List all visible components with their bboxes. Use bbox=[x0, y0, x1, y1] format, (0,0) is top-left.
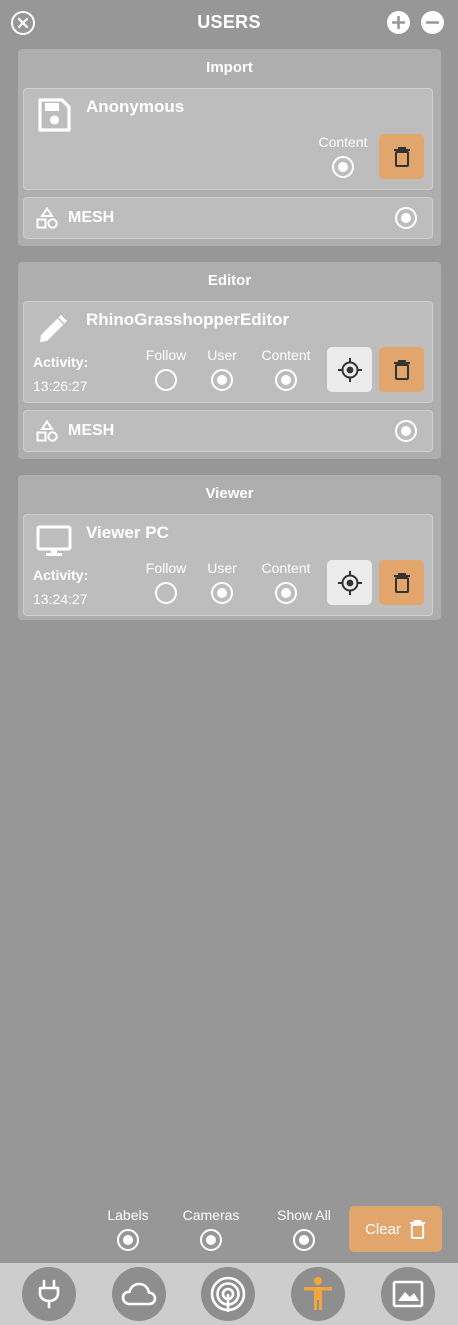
nav-connection-button[interactable] bbox=[22, 1267, 76, 1321]
show-all-radio[interactable] bbox=[293, 1229, 315, 1251]
import-panel: Import Anonymous Content MESH bbox=[18, 49, 441, 246]
activity-label: Activity: bbox=[33, 567, 89, 583]
activity-time: 13:24:27 bbox=[33, 591, 88, 607]
cloud-icon bbox=[121, 1282, 157, 1306]
content-radio[interactable] bbox=[332, 156, 354, 178]
plug-icon bbox=[38, 1279, 60, 1309]
trash-icon bbox=[409, 1219, 425, 1239]
mesh-radio[interactable] bbox=[395, 420, 417, 442]
editor-panel-title: Editor bbox=[207, 272, 252, 289]
image-icon bbox=[392, 1280, 424, 1308]
delete-user-button[interactable] bbox=[379, 560, 424, 605]
cameras-radio[interactable] bbox=[200, 1229, 222, 1251]
add-button[interactable] bbox=[387, 11, 410, 34]
user-label: User bbox=[207, 347, 237, 363]
delete-user-button[interactable] bbox=[379, 134, 424, 179]
trash-icon bbox=[393, 359, 410, 380]
person-icon bbox=[304, 1277, 332, 1310]
broadcast-icon bbox=[210, 1276, 246, 1312]
nav-broadcast-button[interactable] bbox=[201, 1267, 255, 1321]
trash-icon bbox=[393, 146, 410, 167]
content-option: Content bbox=[308, 134, 378, 183]
import-panel-title: Import bbox=[206, 59, 253, 76]
activity-time: 13:26:27 bbox=[33, 378, 88, 394]
viewer-panel: Viewer Viewer PC Activity: 13:24:27 Foll… bbox=[18, 475, 441, 620]
nav-users-button[interactable] bbox=[291, 1267, 345, 1321]
editor-panel: Editor RhinoGrasshopperEditor Activity: … bbox=[18, 262, 441, 459]
content-label: Content bbox=[261, 560, 311, 576]
minus-icon bbox=[426, 21, 439, 24]
floppy-disk-icon bbox=[38, 98, 71, 132]
mesh-label: MESH bbox=[68, 209, 115, 226]
user-radio[interactable] bbox=[211, 369, 233, 391]
cameras-label: Cameras bbox=[182, 1207, 240, 1223]
clear-button[interactable]: Clear bbox=[349, 1206, 442, 1252]
activity-label: Activity: bbox=[33, 354, 89, 370]
user-name: RhinoGrasshopperEditor bbox=[86, 310, 290, 329]
viewer-panel-title: Viewer bbox=[205, 485, 254, 502]
shapes-icon bbox=[36, 207, 58, 229]
labels-option: Labels bbox=[98, 1207, 158, 1256]
user-radio[interactable] bbox=[211, 582, 233, 604]
viewer-user-card: Viewer PC Activity: 13:24:27 Follow User… bbox=[23, 514, 433, 616]
follow-radio[interactable] bbox=[155, 369, 177, 391]
user-name: Anonymous bbox=[86, 97, 185, 116]
user-option: User bbox=[187, 560, 257, 609]
monitor-icon bbox=[36, 525, 72, 556]
cameras-option: Cameras bbox=[176, 1207, 246, 1256]
shapes-icon bbox=[36, 420, 58, 442]
labels-radio[interactable] bbox=[117, 1229, 139, 1251]
content-radio[interactable] bbox=[275, 582, 297, 604]
user-option: User bbox=[187, 347, 257, 396]
show-all-label: Show All bbox=[277, 1207, 331, 1223]
pencil-icon bbox=[40, 315, 67, 342]
content-option: Content bbox=[251, 347, 321, 396]
content-option: Content bbox=[251, 560, 321, 609]
trash-icon bbox=[393, 572, 410, 593]
crosshair-icon bbox=[337, 357, 362, 382]
import-mesh-row[interactable]: MESH bbox=[23, 197, 433, 239]
content-label: Content bbox=[318, 134, 368, 150]
locate-user-button[interactable] bbox=[327, 560, 372, 605]
show-all-option: Show All bbox=[268, 1207, 340, 1256]
clear-label: Clear bbox=[365, 1220, 401, 1238]
header: USERS bbox=[0, 0, 458, 46]
crosshair-icon bbox=[337, 570, 362, 595]
user-label: User bbox=[207, 560, 237, 576]
mesh-label: MESH bbox=[68, 422, 115, 439]
editor-mesh-row[interactable]: MESH bbox=[23, 410, 433, 452]
bottom-nav-bar bbox=[0, 1263, 458, 1325]
editor-user-card: RhinoGrasshopperEditor Activity: 13:26:2… bbox=[23, 301, 433, 403]
import-user-card: Anonymous Content bbox=[23, 88, 433, 190]
plus-icon bbox=[392, 16, 405, 29]
nav-image-button[interactable] bbox=[381, 1267, 435, 1321]
mesh-radio[interactable] bbox=[395, 207, 417, 229]
labels-label: Labels bbox=[107, 1207, 149, 1223]
content-radio[interactable] bbox=[275, 369, 297, 391]
follow-radio[interactable] bbox=[155, 582, 177, 604]
content-label: Content bbox=[261, 347, 311, 363]
nav-cloud-button[interactable] bbox=[112, 1267, 166, 1321]
remove-button[interactable] bbox=[421, 11, 444, 34]
delete-user-button[interactable] bbox=[379, 347, 424, 392]
locate-user-button[interactable] bbox=[327, 347, 372, 392]
user-name: Viewer PC bbox=[86, 523, 169, 542]
